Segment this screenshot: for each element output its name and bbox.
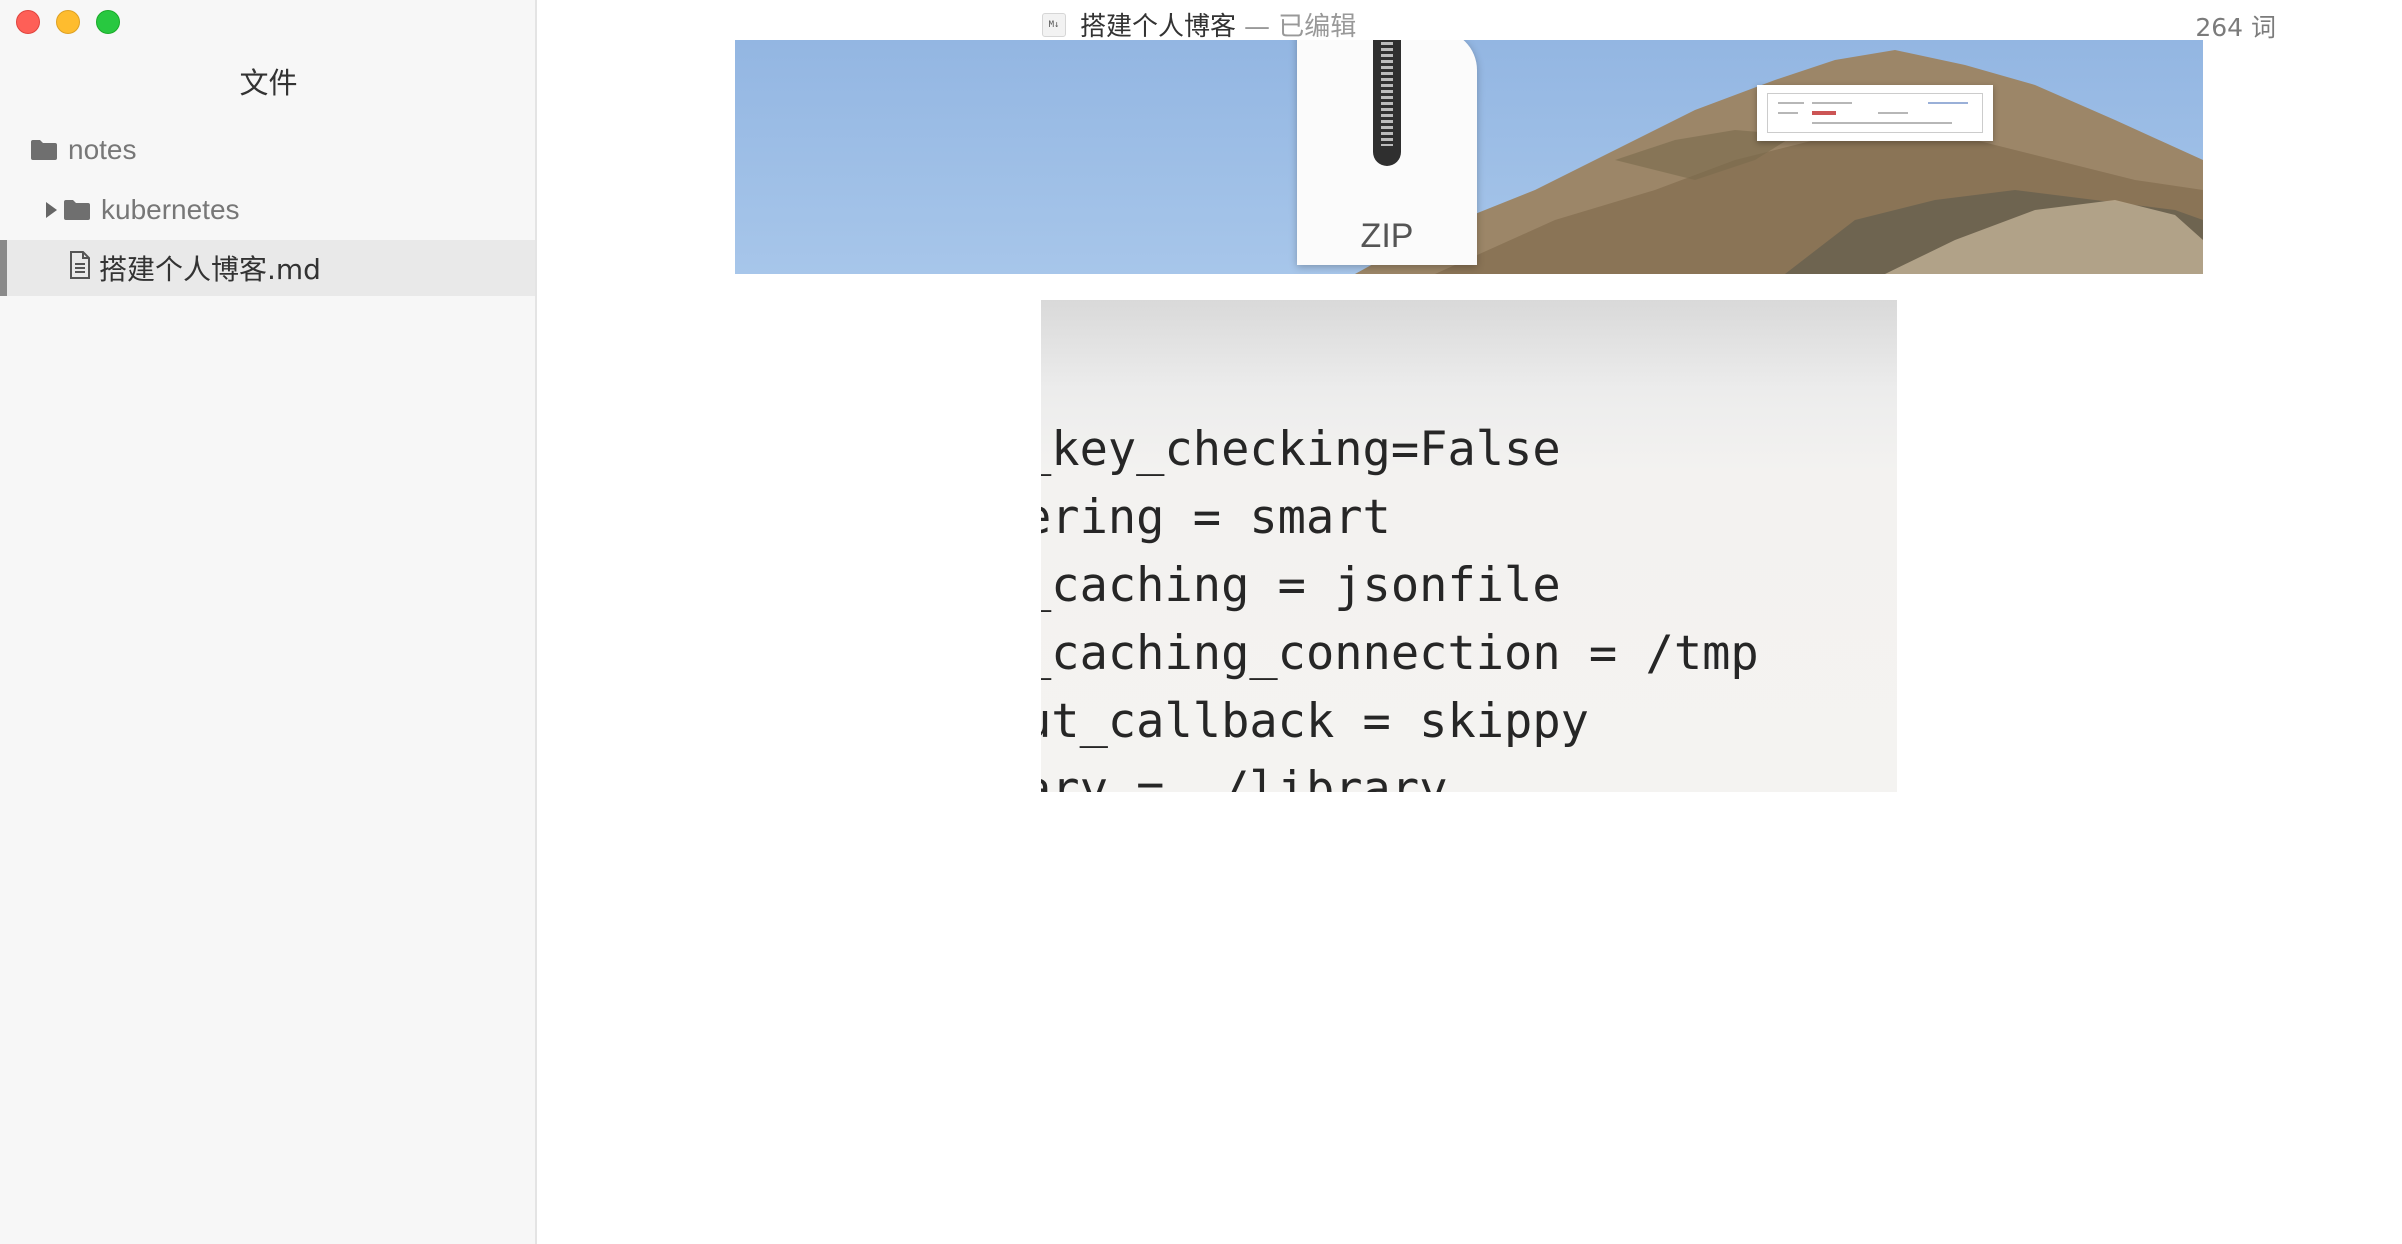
document-name: 搭建个人博客: [1080, 12, 1237, 42]
tree-item-label: 搭建个人博客.md: [99, 253, 321, 286]
code-line: _caching = jsonfile: [1041, 558, 1561, 613]
file-sidebar: 文件 notes kubernetes 搭建个人博客.md: [0, 0, 537, 1244]
code-line: ary = ./library: [1041, 762, 1448, 792]
markdown-file-icon: M↓: [1042, 12, 1066, 37]
window-controls: [16, 10, 120, 34]
zip-archive-icon: ZIP: [1297, 40, 1477, 265]
tree-item-kubernetes[interactable]: kubernetes: [0, 182, 535, 238]
tree-item-notes[interactable]: notes: [0, 122, 535, 178]
sidebar-title: 文件: [239, 66, 298, 100]
tree-item-label: kubernetes: [101, 194, 240, 225]
folder-icon: [63, 199, 91, 221]
tree-item-blog-file[interactable]: 搭建个人博客.md: [0, 240, 535, 296]
title-bar: M↓ 搭建个人博客 — 已编辑 264 词: [537, 0, 2402, 43]
zipper-icon: [1373, 40, 1401, 166]
code-screenshot-image: _key_checking=Falseering = smart _caching…: [1041, 300, 1897, 792]
minimize-window-button[interactable]: [56, 10, 80, 34]
typora-window: 文件 notes kubernetes 搭建个人博客.md M↓ 搭建个人博客 …: [0, 0, 2402, 1244]
code-line: ut_callback = skippy: [1041, 694, 1589, 749]
banner-image: ZIP: [735, 40, 2203, 274]
code-block-text: _key_checking=Falseering = smart _caching…: [1041, 416, 1759, 792]
code-line: ering = smart: [1041, 490, 1391, 545]
word-count[interactable]: 264 词: [2195, 8, 2276, 44]
embedded-document-thumbnail: [1757, 85, 1993, 141]
caret-right-icon[interactable]: [46, 202, 57, 218]
code-line: _caching_connection = /tmp: [1041, 626, 1759, 681]
tree-item-label: notes: [68, 134, 137, 165]
close-window-button[interactable]: [16, 10, 40, 34]
document-icon: [69, 250, 91, 286]
code-line: _key_checking=False: [1041, 422, 1561, 477]
edited-status: — 已编辑: [1244, 12, 1357, 42]
folder-icon: [30, 139, 58, 161]
zip-label: ZIP: [1360, 217, 1414, 255]
maximize-window-button[interactable]: [96, 10, 120, 34]
document-title: M↓ 搭建个人博客 — 已编辑: [1042, 6, 1356, 43]
